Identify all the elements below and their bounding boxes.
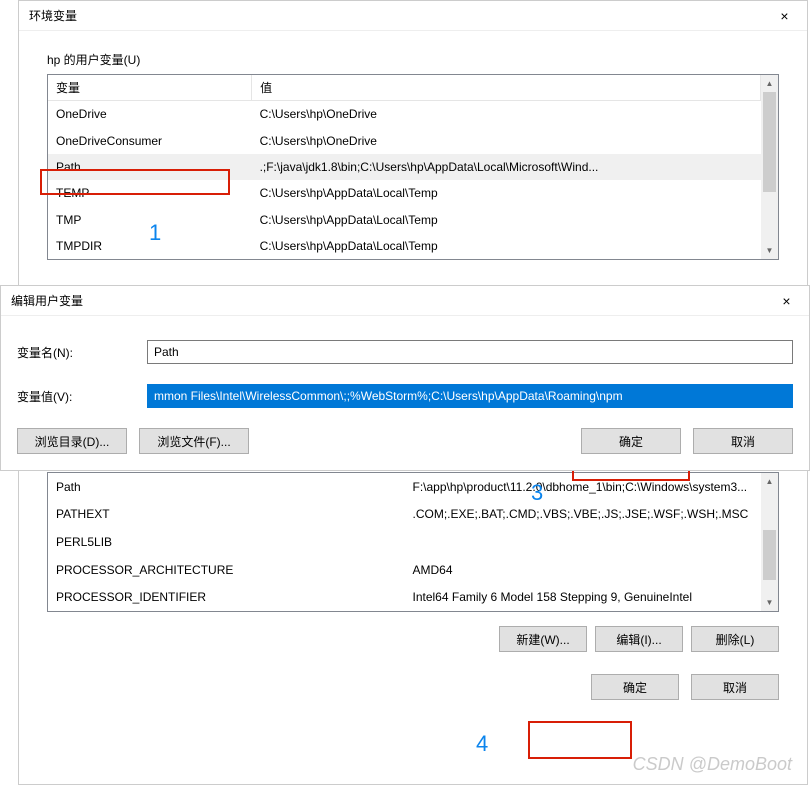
system-vars-table-wrap: PathF:\app\hp\product\11.2.0\dbhome_1\bi…: [47, 472, 779, 612]
table-row[interactable]: PROCESSOR_IDENTIFIERIntel64 Family 6 Mod…: [48, 583, 761, 611]
system-vars-table[interactable]: PathF:\app\hp\product\11.2.0\dbhome_1\bi…: [48, 473, 761, 611]
scroll-up-icon[interactable]: ▲: [761, 75, 778, 92]
scroll-thumb[interactable]: [763, 92, 776, 192]
edit-close-button[interactable]: ×: [764, 286, 809, 316]
close-button[interactable]: ×: [762, 1, 807, 31]
table-row[interactable]: TMPC:\Users\hp\AppData\Local\Temp: [48, 206, 761, 232]
table-row[interactable]: TEMPC:\Users\hp\AppData\Local\Temp: [48, 180, 761, 206]
scroll-track[interactable]: [761, 92, 778, 242]
var-value-label: 变量值(V):: [17, 388, 147, 405]
edit-ok-button[interactable]: 确定: [581, 428, 681, 454]
var-name-label: 变量名(N):: [17, 344, 147, 361]
scroll-up-icon[interactable]: ▲: [761, 473, 778, 490]
edit-titlebar: 编辑用户变量 ×: [1, 286, 809, 316]
scroll-down-icon[interactable]: ▼: [761, 242, 778, 259]
system-vars-buttons: 新建(W)... 编辑(I)... 删除(L): [47, 626, 779, 652]
table-row[interactable]: TMPDIRC:\Users\hp\AppData\Local\Temp: [48, 233, 761, 259]
table-row[interactable]: PATHEXT.COM;.EXE;.BAT;.CMD;.VBS;.VBE;.JS…: [48, 501, 761, 529]
system-scrollbar[interactable]: ▲ ▼: [761, 473, 778, 611]
env-cancel-button[interactable]: 取消: [691, 674, 779, 700]
col-header-variable[interactable]: 变量: [48, 75, 252, 101]
close-icon: ×: [780, 8, 788, 24]
watermark: CSDN @DemoBoot: [633, 754, 792, 775]
new-system-button[interactable]: 新建(W)...: [499, 626, 587, 652]
env-ok-button[interactable]: 确定: [591, 674, 679, 700]
user-scrollbar[interactable]: ▲ ▼: [761, 75, 778, 259]
table-row[interactable]: OneDriveC:\Users\hp\OneDrive: [48, 101, 761, 128]
edit-user-variable-dialog: 编辑用户变量 × 变量名(N): 变量值(V): 浏览目录(D)... 浏览文件…: [0, 285, 810, 471]
browse-dir-button[interactable]: 浏览目录(D)...: [17, 428, 127, 454]
table-row[interactable]: OneDriveConsumerC:\Users\hp\OneDrive: [48, 127, 761, 153]
scroll-track[interactable]: [761, 490, 778, 594]
edit-title: 编辑用户变量: [11, 292, 83, 309]
env-titlebar: 环境变量 ×: [19, 1, 807, 31]
col-header-value[interactable]: 值: [252, 75, 761, 101]
user-vars-table[interactable]: 变量 值 OneDriveC:\Users\hp\OneDrive OneDri…: [48, 75, 761, 259]
table-row[interactable]: Path.;F:\java\jdk1.8\bin;C:\Users\hp\App…: [48, 154, 761, 180]
table-row[interactable]: PROCESSOR_ARCHITECTUREAMD64: [48, 556, 761, 584]
var-value-input[interactable]: [147, 384, 793, 408]
user-vars-label: hp 的用户变量(U): [47, 51, 807, 68]
user-vars-table-wrap: 变量 值 OneDriveC:\Users\hp\OneDrive OneDri…: [47, 74, 779, 260]
var-name-input[interactable]: [147, 340, 793, 364]
delete-system-button[interactable]: 删除(L): [691, 626, 779, 652]
browse-file-button[interactable]: 浏览文件(F)...: [139, 428, 249, 454]
edit-cancel-button[interactable]: 取消: [693, 428, 793, 454]
table-row[interactable]: PathF:\app\hp\product\11.2.0\dbhome_1\bi…: [48, 473, 761, 501]
close-icon: ×: [782, 293, 790, 309]
scroll-down-icon[interactable]: ▼: [761, 594, 778, 611]
env-title: 环境变量: [29, 7, 77, 24]
edit-system-button[interactable]: 编辑(I)...: [595, 626, 683, 652]
scroll-thumb[interactable]: [763, 530, 776, 580]
dialog-footer-buttons: 确定 取消: [47, 674, 779, 700]
table-row[interactable]: PERL5LIB: [48, 528, 761, 556]
